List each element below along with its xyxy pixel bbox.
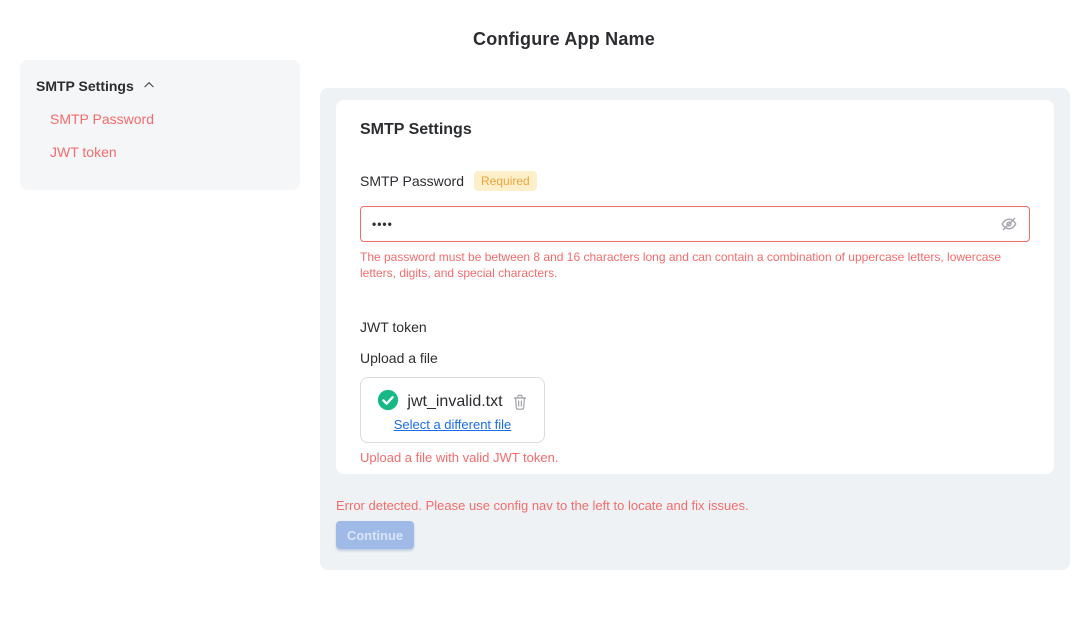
smtp-password-input[interactable]: •••• <box>360 206 1030 242</box>
jwt-token-error: Upload a file with valid JWT token. <box>360 450 1030 465</box>
toggle-password-visibility-icon[interactable] <box>1000 215 1018 233</box>
jwt-token-label: JWT token <box>360 319 1030 337</box>
config-panel: SMTP Settings SMTP Password Required •••… <box>320 88 1070 570</box>
smtp-password-label: SMTP Password <box>360 173 464 189</box>
config-nav-sidebar: SMTP Settings SMTP Password JWT token <box>20 60 300 190</box>
page-title: Configure App Name <box>40 29 1088 50</box>
uploaded-file-name: jwt_invalid.txt <box>407 393 502 411</box>
sidebar-item-smtp-password[interactable]: SMTP Password <box>50 109 284 129</box>
chevron-up-icon <box>142 77 156 95</box>
file-upload-box: jwt_invalid.txt Select a different file <box>360 377 545 443</box>
required-badge: Required <box>474 171 537 191</box>
select-different-file-link[interactable]: Select a different file <box>394 417 512 432</box>
sidebar-item-jwt-token[interactable]: JWT token <box>50 142 284 162</box>
smtp-password-error: The password must be between 8 and 16 ch… <box>360 249 1028 281</box>
smtp-settings-card: SMTP Settings SMTP Password Required •••… <box>336 100 1054 474</box>
card-title: SMTP Settings <box>360 120 1030 140</box>
continue-button[interactable]: Continue <box>336 521 414 549</box>
upload-file-label: Upload a file <box>360 350 1030 368</box>
password-masked-value: •••• <box>372 217 393 231</box>
file-valid-check-icon <box>377 389 399 416</box>
delete-file-icon[interactable] <box>512 393 528 411</box>
sidebar-group-label: SMTP Settings <box>36 78 134 94</box>
sidebar-group-smtp-settings[interactable]: SMTP Settings <box>36 76 284 96</box>
form-error-message: Error detected. Please use config nav to… <box>336 498 749 513</box>
